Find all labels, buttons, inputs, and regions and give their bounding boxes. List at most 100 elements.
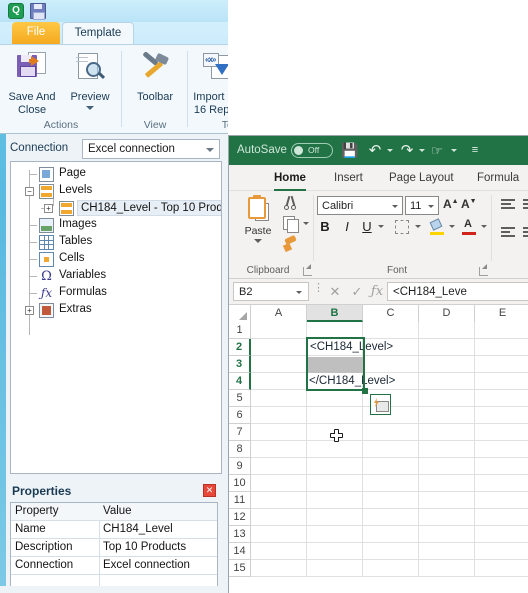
grid-cell[interactable]	[363, 475, 419, 492]
grid-cell[interactable]	[251, 322, 307, 339]
grid-cell[interactable]	[419, 424, 475, 441]
properties-row-connection[interactable]: Connection Excel connection	[11, 557, 217, 575]
grid-cell[interactable]	[475, 458, 528, 475]
close-icon[interactable]: ✕	[203, 484, 216, 497]
spreadsheet-grid[interactable]: A B C D E 1 2 3 4 5 6 7 8 9 10 11 12 13 …	[229, 305, 528, 593]
grid-cell[interactable]	[363, 356, 419, 373]
grid-cell[interactable]	[307, 407, 363, 424]
tree-item-formulas[interactable]: ƒx Formulas	[11, 285, 221, 302]
tree-expander-minus-icon[interactable]: −	[25, 187, 34, 196]
grid-cell[interactable]	[363, 441, 419, 458]
grid-cell[interactable]	[475, 424, 528, 441]
paste-button[interactable]: Paste	[237, 195, 279, 257]
grid-cell[interactable]	[307, 475, 363, 492]
grid-cell[interactable]	[475, 356, 528, 373]
align-center-icon[interactable]	[523, 227, 528, 238]
grid-cell[interactable]	[419, 560, 475, 577]
grid-cell[interactable]	[475, 373, 528, 390]
copy-icon[interactable]	[283, 216, 299, 233]
tree-expander-plus-icon[interactable]: +	[44, 204, 53, 213]
row-header-9[interactable]: 9	[229, 458, 251, 475]
tree-item-tables[interactable]: Tables	[11, 234, 221, 251]
tree-item-extras[interactable]: + Extras	[11, 302, 221, 319]
grid-cell[interactable]	[363, 543, 419, 560]
grid-cell[interactable]	[307, 526, 363, 543]
grid-cell[interactable]	[475, 560, 528, 577]
grid-cell[interactable]	[419, 526, 475, 543]
enter-check-icon[interactable]: ✓	[349, 284, 365, 300]
chevron-down-icon[interactable]	[428, 205, 434, 208]
cancel-x-icon[interactable]: ✕	[327, 284, 343, 300]
redo-arrow-icon[interactable]: ↷	[399, 143, 415, 158]
column-header-a[interactable]: A	[251, 305, 307, 322]
tree-item-cells[interactable]: Cells	[11, 251, 221, 268]
grid-cell[interactable]	[307, 441, 363, 458]
grid-cell[interactable]	[363, 526, 419, 543]
grid-cell[interactable]	[419, 339, 475, 356]
font-name-input[interactable]: Calibri	[317, 196, 403, 215]
grid-cell[interactable]	[419, 509, 475, 526]
tab-page-layout[interactable]: Page Layout	[389, 169, 454, 190]
shrink-font-icon[interactable]: A▼	[461, 197, 477, 211]
tree-item-page[interactable]: Page	[11, 166, 221, 183]
copy-dropdown-caret-icon[interactable]	[303, 222, 309, 225]
row-header-8[interactable]: 8	[229, 441, 251, 458]
paste-options-icon[interactable]	[370, 394, 391, 415]
fill-handle[interactable]	[362, 388, 368, 394]
tree-item-levels[interactable]: − Levels	[11, 183, 221, 200]
grid-cell[interactable]	[251, 390, 307, 407]
fill-color-icon[interactable]	[429, 218, 445, 235]
grid-cell[interactable]	[251, 560, 307, 577]
select-all-corner[interactable]	[229, 305, 251, 322]
column-header-b[interactable]: B	[307, 305, 363, 322]
grid-cell[interactable]	[419, 458, 475, 475]
customize-qat-icon[interactable]: ≡	[467, 143, 483, 158]
tree-item-ch184-level[interactable]: + CH184_Level - Top 10 Products	[11, 200, 221, 217]
redo-dropdown-caret-icon[interactable]	[419, 149, 425, 152]
save-icon[interactable]	[30, 3, 46, 20]
scissors-cut-icon[interactable]	[283, 196, 297, 210]
grid-cell[interactable]	[307, 390, 363, 407]
dialog-launcher-icon[interactable]	[303, 264, 312, 276]
grid-cell[interactable]	[475, 509, 528, 526]
grid-cell[interactable]	[475, 407, 528, 424]
grid-cell[interactable]	[475, 390, 528, 407]
font-color-icon[interactable]: A	[461, 219, 477, 235]
tab-template[interactable]: Template	[62, 22, 134, 44]
bold-button[interactable]: B	[317, 219, 333, 235]
grid-cell[interactable]	[251, 356, 307, 373]
floppy-save-icon[interactable]: 💾	[341, 143, 358, 158]
grid-cell[interactable]	[307, 458, 363, 475]
row-header-1[interactable]: 1	[229, 322, 251, 339]
borders-dropdown-caret-icon[interactable]	[415, 225, 421, 228]
name-box[interactable]: B2	[233, 282, 309, 301]
chevron-down-icon[interactable]	[296, 291, 302, 294]
column-header-c[interactable]: C	[363, 305, 419, 322]
touch-dropdown-caret-icon[interactable]	[451, 149, 457, 152]
row-header-4[interactable]: 4	[229, 373, 251, 390]
row-header-11[interactable]: 11	[229, 492, 251, 509]
row-header-3[interactable]: 3	[229, 356, 251, 373]
grid-cell[interactable]	[307, 560, 363, 577]
undo-dropdown-caret-icon[interactable]	[387, 149, 393, 152]
grid-cell[interactable]	[363, 458, 419, 475]
grid-cell[interactable]	[419, 322, 475, 339]
column-header-e[interactable]: E	[475, 305, 528, 322]
tree-expander-plus-icon[interactable]: +	[25, 306, 34, 315]
grid-cell[interactable]	[251, 407, 307, 424]
grid-cell[interactable]	[475, 492, 528, 509]
underline-dropdown-caret-icon[interactable]	[378, 225, 384, 228]
grid-cell[interactable]	[363, 322, 419, 339]
row-header-10[interactable]: 10	[229, 475, 251, 492]
formula-input[interactable]: <CH184_Leve	[387, 282, 528, 301]
grid-cell[interactable]	[363, 509, 419, 526]
grid-cell[interactable]	[419, 373, 475, 390]
tab-formulas[interactable]: Formula	[477, 169, 519, 190]
grid-cell[interactable]	[251, 526, 307, 543]
grid-cell[interactable]	[419, 441, 475, 458]
tab-insert[interactable]: Insert	[334, 169, 363, 190]
grid-cell[interactable]	[363, 492, 419, 509]
tab-file[interactable]: File	[12, 22, 60, 44]
row-header-15[interactable]: 15	[229, 560, 251, 577]
font-color-dropdown-caret-icon[interactable]	[481, 225, 487, 228]
